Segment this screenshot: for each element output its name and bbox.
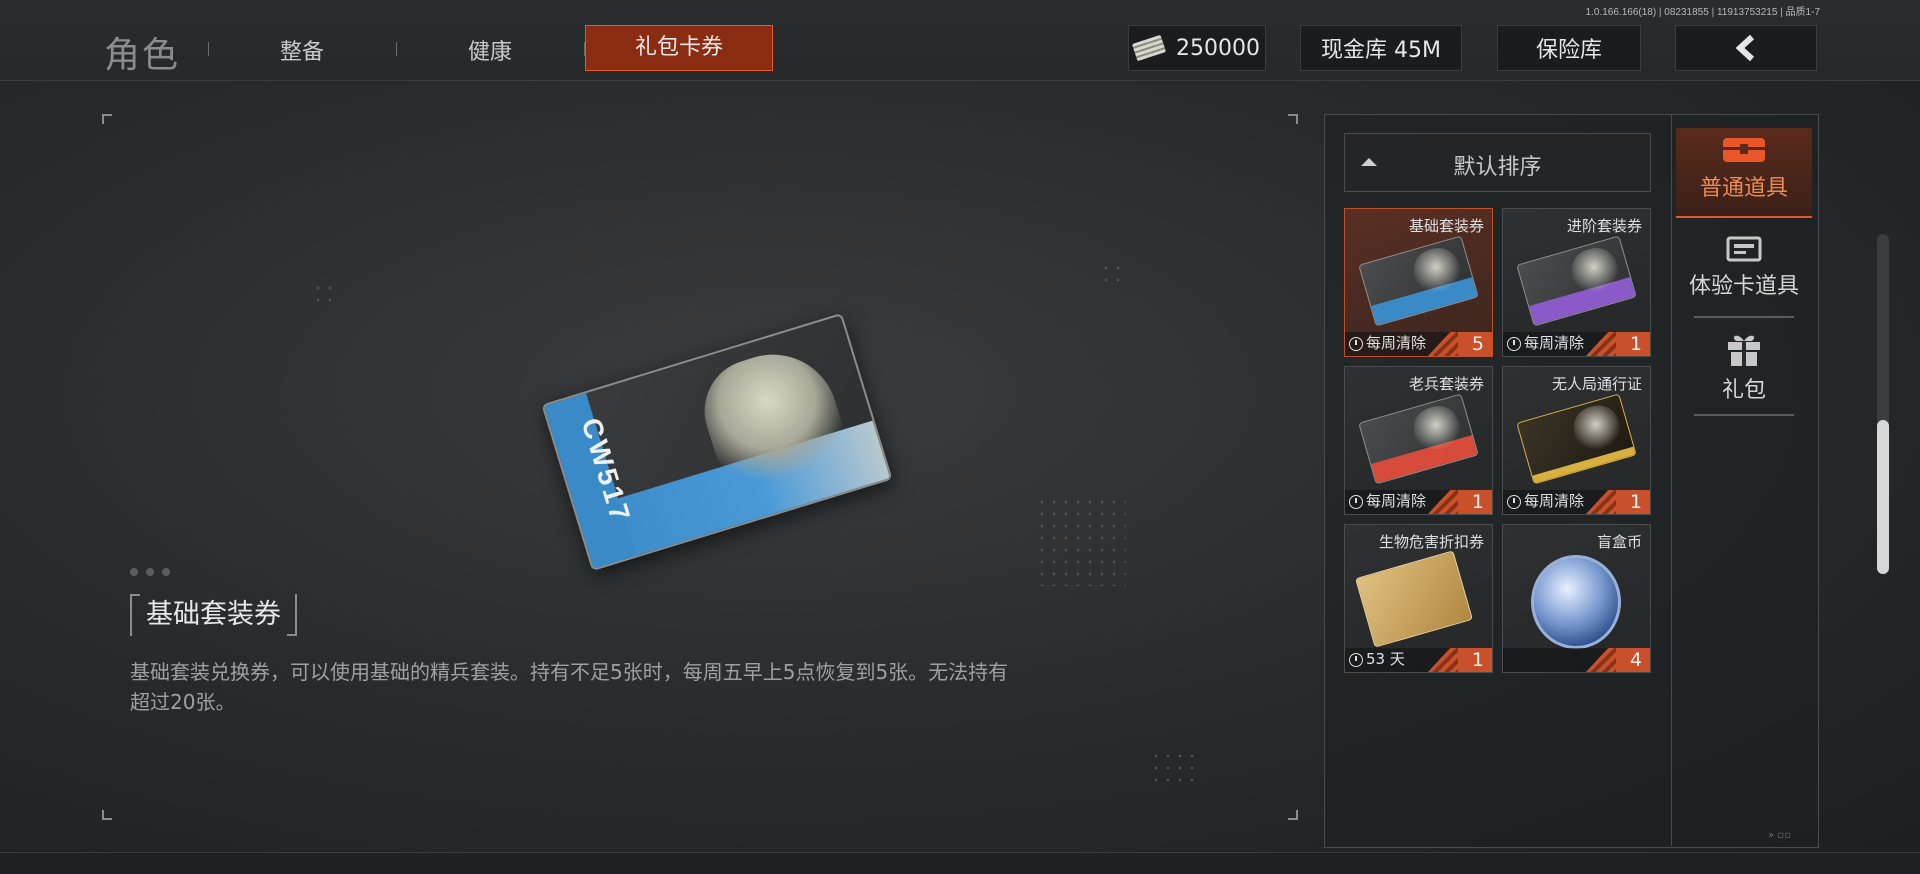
item-card[interactable]: 进阶套装券 每周清除 1	[1502, 208, 1651, 357]
side-tab-gift-packs[interactable]: 礼包	[1676, 328, 1812, 404]
card-icon	[1726, 236, 1762, 262]
decor-dots	[1150, 750, 1194, 790]
side-tab-label: 礼包	[1721, 378, 1766, 403]
clock-icon	[1349, 653, 1363, 667]
item-card-name: 进阶套装券	[1566, 217, 1642, 235]
item-card-count: 1	[1471, 491, 1484, 513]
tab-gift-cards[interactable]: 礼包卡券	[585, 25, 773, 71]
item-preview-image: CW517	[541, 312, 893, 572]
item-card-expiry: 每周清除	[1366, 492, 1427, 510]
sort-label: 默认排序	[1453, 155, 1542, 180]
item-card-image	[1516, 393, 1637, 485]
frame-corner	[1288, 114, 1298, 124]
item-card-name: 生物危害折扣券	[1378, 533, 1484, 551]
item-card-name: 老兵套装券	[1408, 375, 1484, 393]
item-description: 基础套装兑换券，可以使用基础的精兵套装。持有不足5张时，每周五早上5点恢复到5张…	[130, 660, 1009, 714]
chest-icon	[1723, 138, 1765, 162]
item-card-count: 1	[1629, 491, 1642, 513]
side-tab-label: 体验卡道具	[1688, 274, 1799, 299]
item-card-image	[1355, 550, 1473, 648]
side-tab-underline	[1694, 316, 1794, 318]
side-tab-underline	[1694, 414, 1794, 416]
decor-dots	[1036, 496, 1126, 586]
tab-equipment[interactable]: 整备	[242, 34, 362, 66]
pager-dots	[130, 561, 178, 580]
coin-image	[1531, 555, 1621, 649]
item-card[interactable]: 基础套装券 每周清除 5	[1344, 208, 1493, 357]
frame-corner	[102, 810, 112, 820]
version-text: 1.0.166.166(18) | 08231855 | 11913753215…	[1585, 7, 1820, 18]
side-tab-trial-cards[interactable]: 体验卡道具	[1676, 234, 1812, 300]
item-card-expiry: 每周清除	[1524, 334, 1585, 352]
panel-divider	[1671, 114, 1672, 846]
decor-dots	[312, 282, 338, 304]
item-card-count: 5	[1471, 333, 1484, 355]
gift-icon	[1728, 335, 1760, 366]
item-card-name: 无人局通行证	[1551, 375, 1642, 393]
item-card-count: 1	[1629, 333, 1642, 355]
item-card-count: 1	[1471, 649, 1484, 671]
clock-icon	[1507, 495, 1521, 509]
item-card-name: 盲盒币	[1596, 533, 1642, 551]
decor-dots	[1100, 262, 1126, 284]
frame-corner	[1288, 810, 1298, 820]
item-name: 基础套装券	[130, 594, 297, 636]
side-tab-normal-items[interactable]: 普通道具	[1676, 134, 1812, 202]
bottom-bar	[0, 852, 1920, 874]
item-card-count: 4	[1629, 649, 1642, 671]
clock-icon	[1349, 337, 1363, 351]
item-card[interactable]: 无人局通行证 每周清除 1	[1502, 366, 1651, 515]
cash-vault-button[interactable]: 现金库 45M	[1300, 25, 1462, 71]
sort-dropdown[interactable]: 默认排序	[1344, 133, 1651, 192]
cash-icon	[1131, 34, 1167, 62]
safe-button[interactable]: 保险库	[1497, 25, 1641, 71]
money-value: 250000	[1176, 35, 1260, 61]
scrollbar-thumb[interactable]	[1877, 420, 1889, 574]
item-card[interactable]: 老兵套装券 每周清除 1	[1344, 366, 1493, 515]
chevron-left-icon	[1735, 34, 1755, 62]
item-card-name: 基础套装券	[1408, 217, 1484, 235]
tab-health[interactable]: 健康	[430, 34, 550, 66]
clock-icon	[1507, 337, 1521, 351]
clock-icon	[1349, 495, 1363, 509]
side-tab-label: 普通道具	[1699, 176, 1788, 201]
side-tab-underline	[1676, 216, 1812, 218]
frame-corner	[102, 114, 112, 124]
item-card[interactable]: 盲盒币 4	[1502, 524, 1651, 673]
money-display: 250000	[1128, 25, 1266, 71]
panel-footer-icons: » ▫▫	[1768, 830, 1791, 841]
page-title: 角色	[104, 35, 181, 76]
back-button[interactable]	[1675, 25, 1817, 71]
item-card-image	[1516, 235, 1637, 327]
nav-separator	[208, 42, 209, 56]
nav-separator	[396, 42, 397, 56]
item-card-expiry: 每周清除	[1366, 334, 1427, 352]
item-card-image	[1358, 393, 1479, 485]
item-card-image	[1358, 235, 1479, 327]
item-card-expiry: 每周清除	[1524, 492, 1585, 510]
item-card-expiry: 53 天	[1366, 650, 1405, 668]
item-card[interactable]: 生物危害折扣券 53 天 1	[1344, 524, 1493, 673]
